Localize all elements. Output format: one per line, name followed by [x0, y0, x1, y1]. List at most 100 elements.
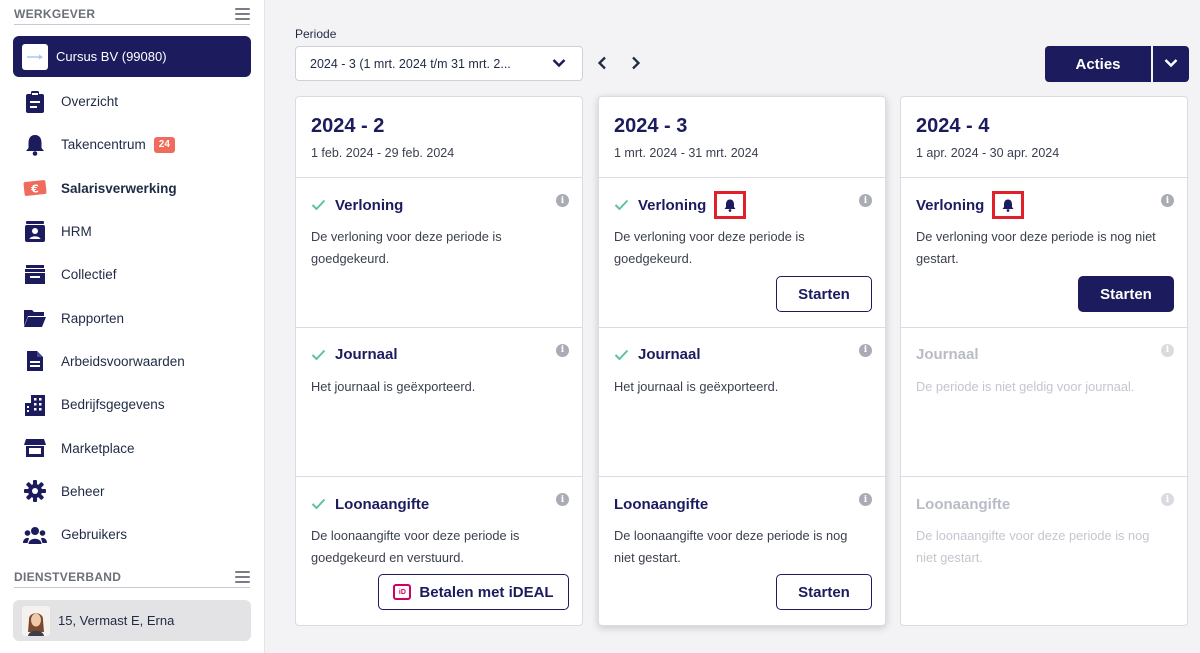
check-icon [311, 496, 327, 512]
next-period-arrow-icon[interactable] [627, 54, 645, 72]
card-header: 2024 - 3 1 mrt. 2024 - 31 mrt. 2024 [599, 97, 885, 178]
step-description: De verloning voor deze periode is nog ni… [916, 229, 1156, 266]
svg-text:€: € [30, 183, 39, 196]
step-title: Journaal [638, 346, 701, 363]
periode-select[interactable]: 2024 - 3 (1 mrt. 2024 t/m 31 mrt. 2... [295, 46, 583, 81]
info-icon: i [1161, 343, 1174, 357]
periode-select-value: 2024 - 3 (1 mrt. 2024 t/m 31 mrt. 2... [310, 56, 511, 71]
period-dates: 1 apr. 2024 - 30 apr. 2024 [916, 146, 1060, 160]
start-verloning-button[interactable]: Starten [1078, 276, 1174, 312]
sidebar-item-hrm[interactable]: HRM [0, 210, 265, 253]
sidebar-item-label: Takencentrum [61, 137, 146, 153]
sidebar-item-takencentrum[interactable]: Takencentrum 24 [0, 123, 265, 166]
period-title: 2024 - 4 [916, 115, 990, 137]
sidebar-item-marketplace[interactable]: Marketplace [0, 426, 265, 469]
employee-avatar [22, 605, 50, 636]
notification-bell-icon[interactable] [992, 191, 1025, 219]
step-description: De loonaangifte voor deze periode is goe… [311, 528, 520, 565]
info-icon[interactable]: i [859, 194, 872, 207]
employer-menu-icon[interactable] [235, 7, 250, 20]
employment-menu-icon[interactable] [235, 570, 250, 583]
chevron-down-icon [1164, 55, 1178, 73]
acties-button[interactable]: Acties [1045, 46, 1151, 82]
info-icon[interactable]: i [556, 194, 569, 207]
sidebar-item-label: Rapporten [61, 310, 125, 326]
sidebar-item-bedrijfsgegevens[interactable]: Bedrijfsgegevens [0, 383, 265, 426]
main-content: Periode 2024 - 3 (1 mrt. 2024 t/m 31 mrt… [280, 0, 1200, 653]
bell-icon [23, 133, 47, 157]
step-description: De periode is niet geldig voor journaal. [916, 378, 1135, 394]
step-journaal: Journaal i Het journaal is geëxporteerd. [296, 328, 582, 477]
sidebar-item-arbeidsvoorwaarden[interactable]: Arbeidsvoorwaarden [0, 340, 265, 383]
info-icon[interactable]: i [859, 493, 872, 506]
employer-name: Cursus BV (99080) [56, 49, 167, 64]
step-verloning: Verloning i De verloning voor deze perio… [599, 178, 885, 328]
building-icon [23, 393, 47, 417]
info-icon[interactable]: i [859, 343, 872, 357]
chevron-down-icon [552, 57, 566, 71]
step-journaal: Journaal i Het journaal is geëxporteerd. [599, 328, 885, 477]
step-verloning: Verloning i De verloning voor deze perio… [901, 178, 1187, 328]
step-description: Het journaal is geëxporteerd. [311, 378, 476, 394]
sidebar-item-overzicht[interactable]: Overzicht [0, 80, 265, 123]
period-card-2024-2: 2024 - 2 1 feb. 2024 - 29 feb. 2024 Verl… [295, 96, 583, 626]
employer-section-title: WERKGEVER [14, 6, 96, 21]
info-icon[interactable]: i [556, 343, 569, 357]
info-icon[interactable]: i [1161, 194, 1174, 207]
card-header: 2024 - 4 1 apr. 2024 - 30 apr. 2024 [901, 97, 1187, 178]
check-icon [311, 197, 327, 213]
period-card-2024-3: 2024 - 3 1 mrt. 2024 - 31 mrt. 2024 Verl… [598, 96, 886, 626]
step-title: Loonaangifte [614, 495, 709, 513]
step-title: Verloning [916, 196, 985, 214]
step-description: De loonaangifte voor deze periode is nog… [916, 528, 1150, 565]
task-count-badge: 24 [153, 136, 175, 153]
id-card-icon [23, 220, 47, 244]
pay-with-ideal-button[interactable]: iD Betalen met iDEAL [378, 574, 569, 610]
sidebar-item-gebruikers[interactable]: Gebruikers [0, 513, 265, 556]
periode-label: Periode [295, 27, 337, 41]
step-loonaangifte: Loonaangifte i De loonaangifte voor deze… [599, 477, 885, 627]
gear-icon [23, 479, 47, 503]
step-title: Verloning [638, 196, 707, 214]
users-icon [23, 523, 47, 547]
step-description: De loonaangifte voor deze periode is nog… [614, 528, 848, 565]
start-loonaangifte-button[interactable]: Starten [776, 574, 872, 610]
sidebar-item-label: Salarisverwerking [61, 180, 177, 196]
sidebar-item-beheer[interactable]: Beheer [0, 470, 265, 513]
step-title: Verloning [335, 196, 404, 214]
sidebar-item-label: Overzicht [61, 94, 119, 110]
folder-icon [23, 306, 47, 330]
info-icon: i [1161, 493, 1174, 506]
employment-section-title: DIENSTVERBAND [14, 569, 122, 584]
clipboard-icon [23, 90, 47, 114]
sidebar-item-collectief[interactable]: Collectief [0, 253, 265, 296]
document-icon [23, 349, 47, 373]
employment-section-header: DIENSTVERBAND [14, 566, 250, 588]
info-icon[interactable]: i [556, 493, 569, 506]
check-icon [614, 347, 630, 363]
button-label: Betalen met iDEAL [419, 583, 554, 601]
acties-dropdown-button[interactable] [1153, 46, 1189, 82]
sidebar-item-label: Bedrijfsgegevens [61, 397, 165, 413]
step-title: Loonaangifte [916, 495, 1011, 513]
period-dates: 1 feb. 2024 - 29 feb. 2024 [311, 146, 455, 160]
sidebar-item-label: HRM [61, 224, 92, 240]
employee-selector[interactable]: 15, Vermast E, Erna [13, 600, 251, 641]
employer-logo-icon [22, 43, 48, 70]
sidebar-item-label: Beheer [61, 483, 105, 499]
step-description: De verloning voor deze periode is goedge… [311, 229, 502, 266]
sidebar-item-rapporten[interactable]: Rapporten [0, 296, 265, 339]
employer-selector[interactable]: Cursus BV (99080) [13, 36, 251, 77]
sidebar-item-label: Marketplace [61, 440, 135, 456]
employee-name: 15, Vermast E, Erna [58, 613, 175, 628]
employer-section-header: WERKGEVER [14, 3, 250, 25]
notification-bell-icon[interactable] [714, 191, 747, 219]
period-dates: 1 mrt. 2024 - 31 mrt. 2024 [614, 146, 759, 160]
previous-period-arrow-icon[interactable] [593, 54, 611, 72]
card-header: 2024 - 2 1 feb. 2024 - 29 feb. 2024 [296, 97, 582, 178]
start-verloning-button[interactable]: Starten [776, 276, 872, 312]
sidebar-item-salarisverwerking[interactable]: € Salarisverwerking [0, 167, 265, 210]
step-description: Het journaal is geëxporteerd. [614, 378, 779, 394]
step-verloning: Verloning i De verloning voor deze perio… [296, 178, 582, 328]
step-description: De verloning voor deze periode is goedge… [614, 229, 805, 266]
